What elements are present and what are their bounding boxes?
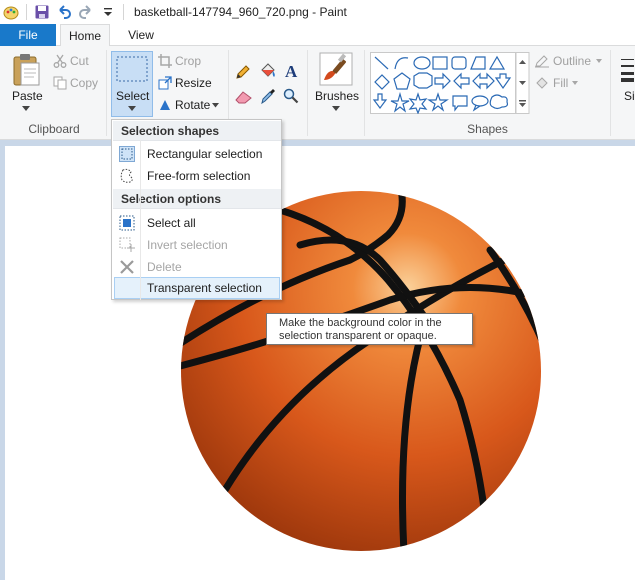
- ribbon-divider: [307, 50, 308, 136]
- paint-app-icon[interactable]: [3, 4, 19, 20]
- window-title: basketball-147794_960_720.png - Paint: [134, 5, 347, 19]
- shapes-gallery[interactable]: [370, 52, 530, 114]
- crop-button[interactable]: Crop: [175, 54, 201, 68]
- rectangular-selection-icon: [119, 146, 135, 162]
- paste-button[interactable]: Paste: [12, 89, 43, 103]
- paste-icon[interactable]: [12, 52, 42, 88]
- title-bar: basketball-147794_960_720.png - Paint: [0, 0, 635, 24]
- menu-item-label: Select all: [147, 216, 196, 230]
- clipboard-group-label: Clipboard: [28, 122, 80, 136]
- ribbon-divider: [364, 50, 365, 136]
- pencil-icon[interactable]: [235, 64, 251, 80]
- ribbon-divider: [610, 50, 611, 136]
- tooltip-line: selection transparent or opaque.: [279, 330, 437, 342]
- selection-options-header: Selection options: [113, 189, 281, 209]
- chevron-down-icon[interactable]: [572, 81, 578, 85]
- invert-selection-icon: [119, 237, 135, 252]
- fill-icon: [536, 77, 548, 89]
- selection-shapes-header: Selection shapes: [113, 121, 281, 141]
- menu-item-label: Invert selection: [147, 238, 228, 252]
- eraser-icon[interactable]: [235, 90, 253, 104]
- delete-icon: [120, 260, 134, 274]
- menu-item-free-form-selection[interactable]: Free-form selection: [114, 165, 280, 187]
- crop-icon: [158, 54, 172, 68]
- rotate-button[interactable]: Rotate: [175, 98, 210, 112]
- text-icon[interactable]: A: [283, 62, 301, 80]
- rectangular-selection-icon: [116, 56, 148, 82]
- brushes-button[interactable]: Brushes: [315, 89, 359, 103]
- size-button-label[interactable]: Si: [624, 89, 635, 103]
- fill-button[interactable]: Fill: [553, 76, 568, 90]
- tab-file[interactable]: File: [0, 24, 56, 46]
- qa-separator: [123, 4, 124, 20]
- select-button-label[interactable]: Select: [116, 89, 149, 103]
- free-form-selection-icon: [120, 168, 133, 183]
- resize-button[interactable]: Resize: [175, 76, 212, 90]
- chevron-down-icon[interactable]: [128, 106, 136, 112]
- menu-item-transparent-selection[interactable]: Transparent selection: [114, 277, 280, 299]
- brushes-icon[interactable]: [319, 52, 353, 86]
- ribbon-tabs: File Home View: [0, 24, 635, 47]
- menu-item-rectangular-selection[interactable]: Rectangular selection: [114, 143, 280, 165]
- size-icon[interactable]: [620, 56, 634, 82]
- menu-item-label: Free-form selection: [147, 169, 251, 183]
- resize-icon: [158, 76, 172, 90]
- chevron-down-icon[interactable]: [212, 103, 219, 108]
- chevron-down-icon[interactable]: [596, 59, 602, 63]
- ribbon-divider: [106, 50, 107, 136]
- menu-item-delete[interactable]: Delete: [114, 256, 280, 278]
- outline-icon: [535, 55, 549, 68]
- chevron-down-icon[interactable]: [22, 106, 30, 112]
- menu-item-label: Transparent selection: [147, 281, 262, 295]
- svg-text:A: A: [285, 62, 298, 80]
- ribbon: Paste Cut Copy Clipboard Select Crop Res…: [0, 46, 635, 140]
- copy-icon: [53, 76, 67, 90]
- color-picker-icon[interactable]: [260, 87, 276, 105]
- fill-bucket-icon[interactable]: [259, 62, 277, 80]
- copy-button[interactable]: Copy: [70, 76, 98, 90]
- customize-quick-access-icon[interactable]: [100, 4, 116, 20]
- menu-item-select-all[interactable]: Select all: [114, 212, 280, 234]
- shapes-group-label: Shapes: [467, 122, 508, 136]
- magnifier-icon[interactable]: [283, 88, 299, 104]
- menu-item-label: Rectangular selection: [147, 147, 263, 161]
- rotate-icon: [160, 100, 170, 110]
- tab-home[interactable]: Home: [60, 24, 110, 47]
- qa-separator: [26, 4, 27, 20]
- select-dropdown-menu: Selection shapes Rectangular selection F…: [111, 119, 282, 300]
- select-all-icon: [119, 215, 135, 231]
- tooltip-line: Make the background color in the: [279, 317, 442, 329]
- tooltip: Make the background color in the selecti…: [266, 313, 473, 345]
- outline-button[interactable]: Outline: [553, 54, 591, 68]
- tab-view[interactable]: View: [116, 24, 166, 46]
- redo-icon[interactable]: [78, 4, 94, 20]
- quick-access-toolbar: [0, 0, 128, 24]
- menu-item-label: Delete: [147, 260, 182, 274]
- menu-item-invert-selection[interactable]: Invert selection: [114, 234, 280, 256]
- cut-icon: [53, 54, 67, 68]
- menu-gutter-divider: [140, 140, 141, 300]
- cut-button[interactable]: Cut: [70, 54, 89, 68]
- chevron-down-icon[interactable]: [332, 106, 340, 112]
- save-icon[interactable]: [34, 4, 50, 20]
- undo-icon[interactable]: [56, 4, 72, 20]
